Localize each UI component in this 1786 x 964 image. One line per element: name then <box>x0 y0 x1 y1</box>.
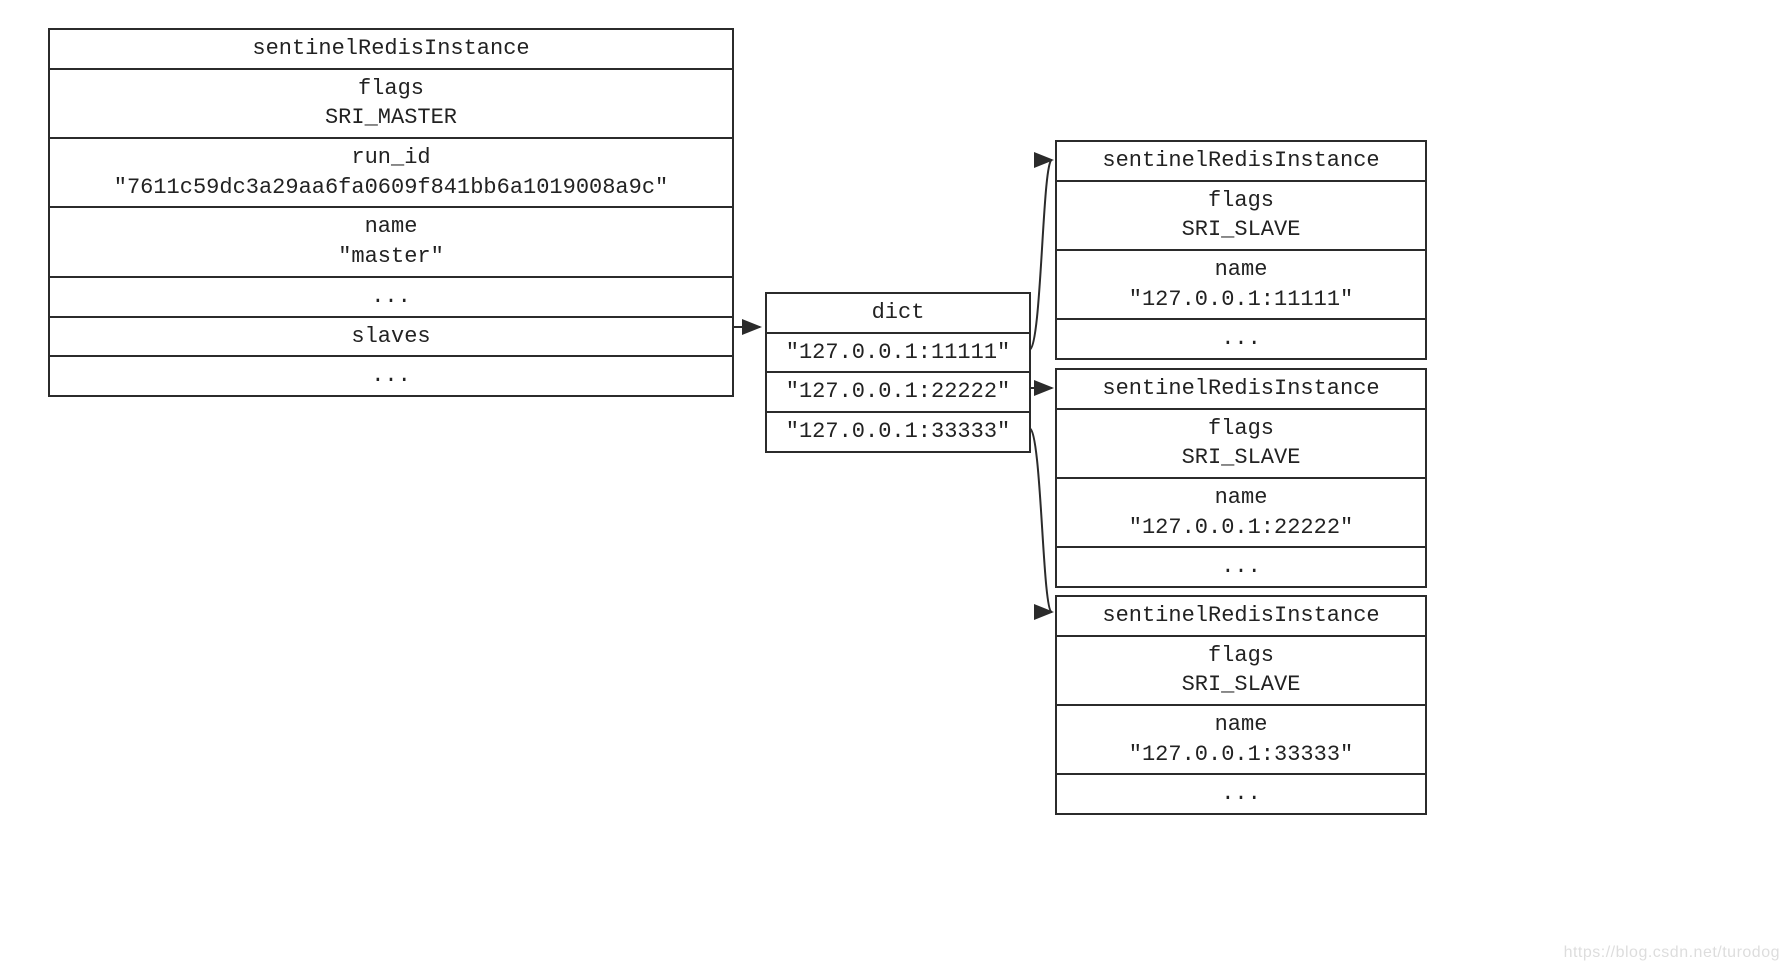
master-flags-row: flags SRI_MASTER <box>50 70 732 139</box>
master-runid-label: run_id <box>351 145 430 170</box>
slave3-ellipsis: ... <box>1057 775 1425 813</box>
dict-entry-0: "127.0.0.1:11111" <box>767 334 1029 374</box>
slave2-title: sentinelRedisInstance <box>1057 370 1425 410</box>
slave1-flags-value: SRI_SLAVE <box>1182 217 1301 242</box>
master-ellipsis-2: ... <box>50 357 732 395</box>
dict-entry-1: "127.0.0.1:22222" <box>767 373 1029 413</box>
slave3-name-label: name <box>1215 712 1268 737</box>
slave3-title: sentinelRedisInstance <box>1057 597 1425 637</box>
arrow-dict-to-slave1 <box>1029 160 1052 350</box>
dict-box: dict "127.0.0.1:11111" "127.0.0.1:22222"… <box>765 292 1031 453</box>
arrow-dict-to-slave3 <box>1029 428 1052 612</box>
slave1-name-value: "127.0.0.1:11111" <box>1129 287 1353 312</box>
slave2-name-label: name <box>1215 485 1268 510</box>
slave3-flags-value: SRI_SLAVE <box>1182 672 1301 697</box>
master-ellipsis-1: ... <box>50 278 732 318</box>
master-flags-value: SRI_MASTER <box>325 105 457 130</box>
dict-entry-2: "127.0.0.1:33333" <box>767 413 1029 451</box>
slave1-ellipsis: ... <box>1057 320 1425 358</box>
slave1-name-row: name "127.0.0.1:11111" <box>1057 251 1425 320</box>
slave3-flags-label: flags <box>1208 643 1274 668</box>
slave2-name-value: "127.0.0.1:22222" <box>1129 515 1353 540</box>
master-name-row: name "master" <box>50 208 732 277</box>
master-runid-value: "7611c59dc3a29aa6fa0609f841bb6a1019008a9… <box>114 175 669 200</box>
slave-instance-box-2: sentinelRedisInstance flags SRI_SLAVE na… <box>1055 368 1427 588</box>
dict-title: dict <box>767 294 1029 334</box>
master-name-label: name <box>365 214 418 239</box>
slave2-ellipsis: ... <box>1057 548 1425 586</box>
watermark-text: https://blog.csdn.net/turodog <box>1564 944 1780 962</box>
slave2-flags-row: flags SRI_SLAVE <box>1057 410 1425 479</box>
slave3-flags-row: flags SRI_SLAVE <box>1057 637 1425 706</box>
diagram-canvas: sentinelRedisInstance flags SRI_MASTER r… <box>0 0 1786 964</box>
slave1-title: sentinelRedisInstance <box>1057 142 1425 182</box>
slave3-name-value: "127.0.0.1:33333" <box>1129 742 1353 767</box>
slave2-name-row: name "127.0.0.1:22222" <box>1057 479 1425 548</box>
slave2-flags-value: SRI_SLAVE <box>1182 445 1301 470</box>
master-instance-box: sentinelRedisInstance flags SRI_MASTER r… <box>48 28 734 397</box>
master-runid-row: run_id "7611c59dc3a29aa6fa0609f841bb6a10… <box>50 139 732 208</box>
master-name-value: "master" <box>338 244 444 269</box>
master-flags-label: flags <box>358 76 424 101</box>
slave-instance-box-1: sentinelRedisInstance flags SRI_SLAVE na… <box>1055 140 1427 360</box>
slave2-flags-label: flags <box>1208 416 1274 441</box>
slave1-flags-row: flags SRI_SLAVE <box>1057 182 1425 251</box>
master-slaves-row: slaves <box>50 318 732 358</box>
slave3-name-row: name "127.0.0.1:33333" <box>1057 706 1425 775</box>
slave-instance-box-3: sentinelRedisInstance flags SRI_SLAVE na… <box>1055 595 1427 815</box>
master-title: sentinelRedisInstance <box>50 30 732 70</box>
slave1-flags-label: flags <box>1208 188 1274 213</box>
slave1-name-label: name <box>1215 257 1268 282</box>
